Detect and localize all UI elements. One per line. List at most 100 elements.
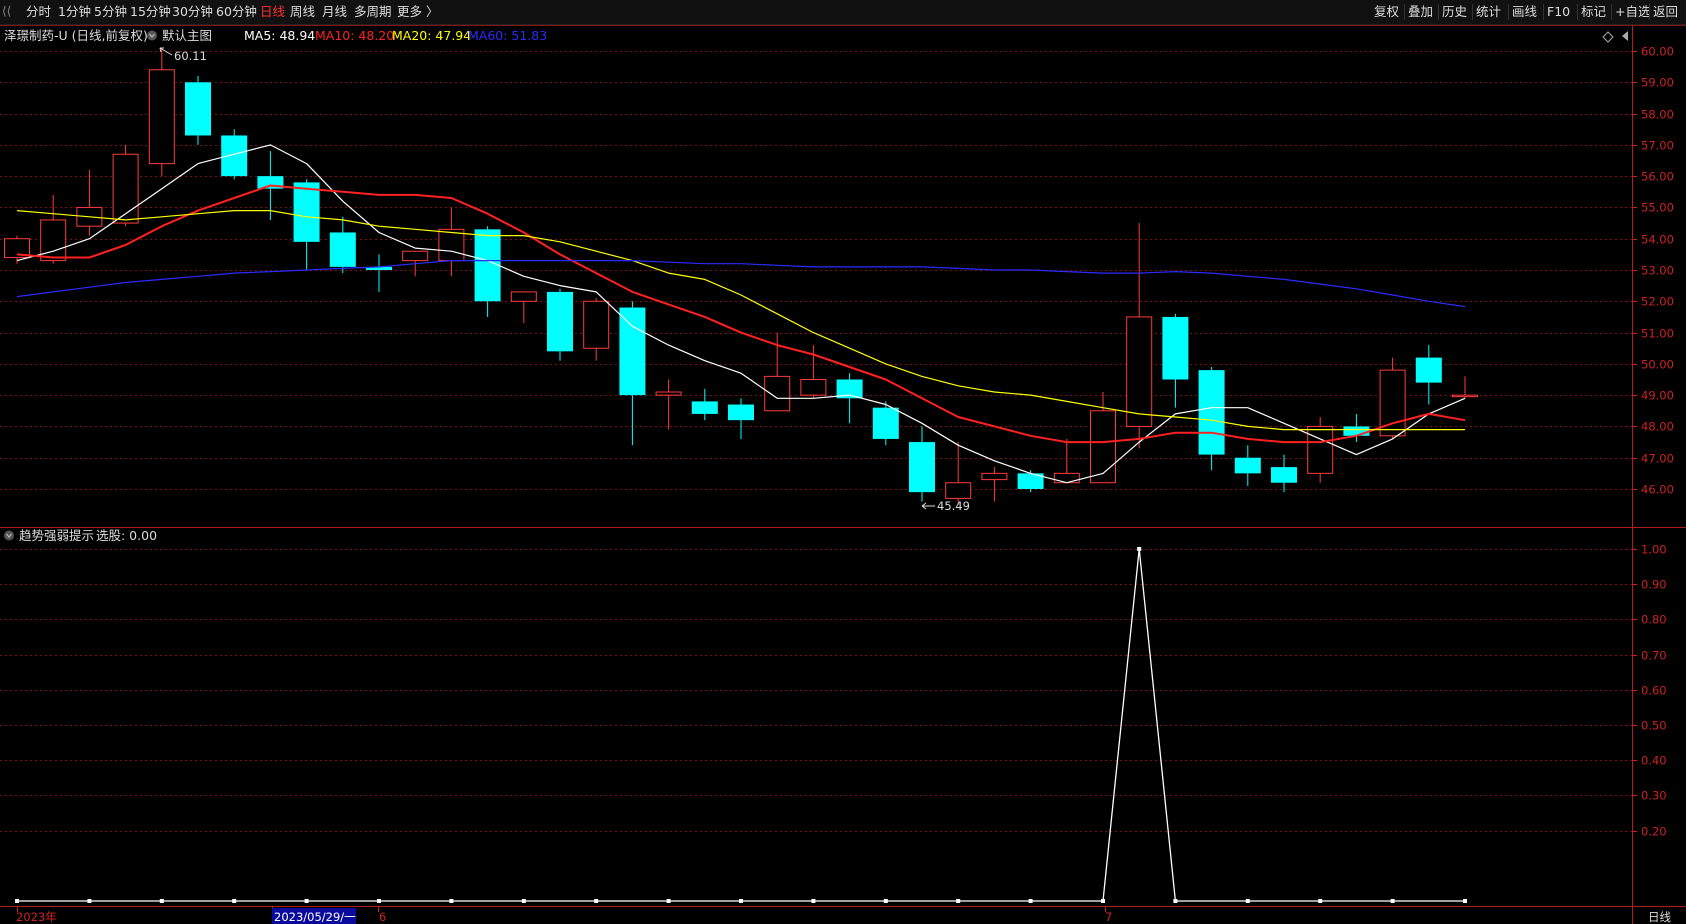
y-tick-label: 55.00 <box>1641 201 1674 215</box>
y-tick-label: 0.30 <box>1641 789 1667 803</box>
candle-body-up <box>800 379 827 396</box>
diamond-icon[interactable] <box>1602 31 1614 43</box>
candle <box>438 207 465 277</box>
y-tick-label: 0.70 <box>1641 649 1667 663</box>
candle-body-up <box>655 391 682 396</box>
indicator-name: 趋势强弱提示 <box>19 528 94 543</box>
candle <box>981 467 1008 502</box>
y-tick-label: 0.50 <box>1641 719 1667 733</box>
candle-body-down <box>1198 370 1225 455</box>
candle-body-up <box>40 219 67 262</box>
candle <box>1162 313 1189 408</box>
candle <box>691 388 718 421</box>
candle <box>185 76 211 145</box>
candle <box>1198 366 1225 471</box>
candle-body-down <box>293 182 320 242</box>
y-tick-label: 46.00 <box>1641 483 1674 497</box>
triangle-left-icon[interactable] <box>1622 31 1628 41</box>
y-tick-label: 50.00 <box>1641 358 1674 372</box>
candle <box>148 47 175 177</box>
high-price-label: 60.11 <box>174 49 207 63</box>
y-tick-label: 48.00 <box>1641 420 1674 434</box>
candle <box>1415 345 1442 405</box>
y-tick-label: 1.00 <box>1641 543 1667 557</box>
axis-layer: 60.00 59.00 58.00 57.00 56.00 55.00 54.00 53.00… <box>17 45 1674 912</box>
candle-body-up <box>402 250 429 262</box>
candle-body-down <box>474 229 501 302</box>
candle-body-up <box>148 69 175 165</box>
indicator-point <box>232 899 237 903</box>
indicator-point <box>883 899 888 903</box>
indicator-point <box>159 899 164 903</box>
candle-body-up <box>583 300 610 349</box>
indicator-point <box>956 899 961 903</box>
y-tick-label: 54.00 <box>1641 233 1674 247</box>
main-chart-label: 默认主图 <box>162 28 212 43</box>
candle <box>1234 445 1261 486</box>
candle-body-up <box>764 375 791 412</box>
indicator-point <box>1137 547 1142 551</box>
x-label-july: 7 <box>1105 910 1112 924</box>
candle-body-up <box>112 153 139 224</box>
frame-layer <box>0 25 1686 924</box>
candle-body-up <box>510 291 537 302</box>
candle-body-up <box>1452 394 1478 398</box>
candle-body-down <box>1271 467 1297 483</box>
candle-body-up <box>1090 410 1116 484</box>
y-tick-label: 58.00 <box>1641 108 1674 122</box>
y-tick-label: 0.90 <box>1641 578 1667 592</box>
candle <box>4 235 30 264</box>
candle <box>619 301 646 446</box>
candle-body-up <box>1053 472 1080 484</box>
candle <box>293 179 320 270</box>
candle <box>474 226 501 317</box>
indicator-point <box>1390 899 1395 903</box>
indicator-point <box>666 899 671 903</box>
candle-body-up <box>1307 425 1334 474</box>
candle <box>76 169 103 236</box>
chart-canvas[interactable]: 60.00 59.00 58.00 57.00 56.00 55.00 54.00 53.00… <box>0 0 1686 924</box>
indicator-point <box>521 899 526 903</box>
ma10-label: MA10: 48.20 <box>315 28 394 43</box>
period-label: 日线 <box>1648 910 1671 924</box>
candle-body-down <box>1415 357 1442 383</box>
candle-body-up <box>438 228 465 262</box>
candle-layer <box>4 47 1478 505</box>
candle <box>655 379 682 430</box>
candle <box>547 288 573 361</box>
indicator-point <box>594 899 599 903</box>
candle-body-down <box>691 401 718 414</box>
indicator-point <box>87 899 92 903</box>
indicator-point <box>1245 899 1250 903</box>
indicator-point <box>15 899 19 903</box>
candle-body-down <box>1162 316 1189 380</box>
indicator-point <box>1173 899 1178 903</box>
candle <box>1307 417 1334 483</box>
indicator-point <box>377 899 381 903</box>
y-tick-label: 59.00 <box>1641 76 1674 90</box>
candle <box>836 373 863 424</box>
indicator-dropdown-icon[interactable] <box>4 530 14 541</box>
candle-body-down <box>1343 426 1370 436</box>
indicator-point <box>1028 899 1033 903</box>
candle-body-down <box>221 135 248 177</box>
stock-title: 泽璟制药-U (日线,前复权) <box>4 28 148 43</box>
y-tick-label: 52.00 <box>1641 295 1674 309</box>
indicator-point <box>811 899 816 903</box>
candle <box>1452 376 1478 399</box>
y-tick-label: 60.00 <box>1641 45 1674 59</box>
ma-line-ma60 <box>16 260 1466 308</box>
candle <box>329 216 356 274</box>
candle-body-up <box>981 472 1008 481</box>
y-tick-label: 0.80 <box>1641 613 1667 627</box>
candle <box>366 254 392 292</box>
main-chart-dropdown-icon[interactable] <box>147 30 157 41</box>
candle <box>1271 454 1297 493</box>
ma20-label: MA20: 47.94 <box>392 28 471 43</box>
candle <box>728 398 754 439</box>
candle-body-down <box>185 82 211 136</box>
indicator-point <box>739 899 743 903</box>
candle-body-down <box>728 404 754 421</box>
candle <box>872 401 899 446</box>
y-tick-label: 51.00 <box>1641 327 1674 341</box>
